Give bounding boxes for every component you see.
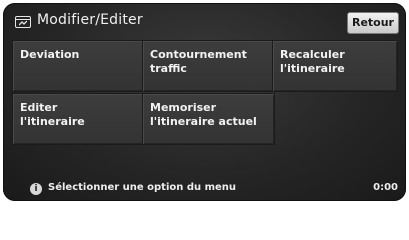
info-icon: i bbox=[30, 183, 42, 195]
back-button[interactable]: Retour bbox=[347, 12, 399, 34]
traffic-detour-button[interactable]: Contournement traffic bbox=[142, 40, 275, 92]
page-title: Modifier/Editer bbox=[37, 12, 143, 28]
navigation-screen: Modifier/Editer Retour Deviation Contour… bbox=[3, 3, 406, 201]
status-bar: i Sélectionner une option du menu 0:00 bbox=[3, 179, 406, 201]
edit-route-icon bbox=[15, 16, 31, 28]
edit-route-button[interactable]: Editer l'itineraire bbox=[12, 93, 145, 145]
save-current-route-button[interactable]: Memoriser l'itineraire actuel bbox=[142, 93, 275, 145]
recalculate-route-button[interactable]: Recalculer l'itineraire bbox=[272, 40, 398, 92]
deviation-button[interactable]: Deviation bbox=[12, 40, 145, 92]
clock: 0:00 bbox=[373, 182, 398, 193]
status-message: Sélectionner une option du menu bbox=[48, 182, 237, 193]
